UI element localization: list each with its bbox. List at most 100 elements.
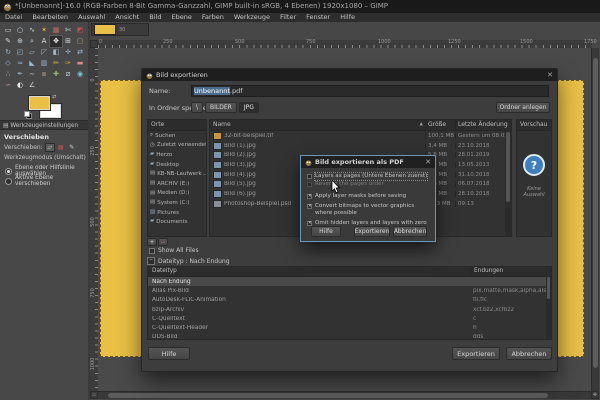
- pdf-dialog-body: Layers as pages (Untere Ebenen zuerst) R…: [301, 168, 435, 234]
- menu-item[interactable]: Datei: [0, 13, 27, 22]
- menu-item[interactable]: Ebene: [166, 13, 196, 22]
- help-button[interactable]: Hilfe: [311, 226, 341, 237]
- ruler-label: 500: [235, 39, 245, 45]
- menu-item[interactable]: Bild: [144, 13, 166, 22]
- ruler-label: 250: [163, 39, 173, 45]
- pdf-option-checkbox[interactable]: Layers as pages (Untere Ebenen zuerst): [307, 172, 429, 181]
- show-all-files-checkbox[interactable]: Show All Files: [149, 247, 199, 254]
- horizontal-scrollbar[interactable]: [98, 391, 591, 399]
- place-item[interactable]: ▤ System (C:): [148, 198, 206, 208]
- close-icon[interactable]: ✕: [547, 69, 553, 81]
- place-item[interactable]: ▰ Desktop: [148, 160, 206, 170]
- column-header-modified[interactable]: Letzte Änderung: [455, 120, 511, 130]
- export-button[interactable]: Exportieren: [452, 347, 500, 360]
- scrollbar-thumb[interactable]: [593, 58, 598, 368]
- place-icon: ⌕: [150, 132, 154, 139]
- menu-item[interactable]: Auswahl: [73, 13, 110, 22]
- filetype-row[interactable]: C-Quelltext-Header h: [148, 323, 551, 332]
- cancel-button[interactable]: Abbrechen: [393, 226, 427, 237]
- remove-bookmark-button[interactable]: −: [158, 238, 168, 246]
- tool-gradient: ▥: [40, 59, 48, 67]
- close-icon[interactable]: ✕: [425, 156, 431, 168]
- cancel-button[interactable]: Abbrechen: [506, 347, 552, 360]
- menu-item[interactable]: Farben: [197, 13, 229, 22]
- scrollbar-thumb[interactable]: [108, 393, 548, 398]
- place-item[interactable]: ▰ Documents: [148, 217, 206, 227]
- gimp-icon: [146, 72, 153, 79]
- filetype-scrollbar[interactable]: [546, 276, 551, 339]
- checkbox-icon: [149, 247, 155, 254]
- file-icon: [213, 160, 222, 169]
- places-pane: Orte ⌕ Suchen ◷ Zuletzt verwendet ▰ Herz…: [147, 119, 207, 237]
- place-item[interactable]: ▤ ARCHIV (E:): [148, 179, 206, 189]
- tool-shear: ▱: [29, 48, 35, 56]
- place-item[interactable]: ▨ Pictures: [148, 208, 206, 218]
- scrollbar-thumb[interactable]: [506, 132, 510, 202]
- tool-foreground-select: ◩: [76, 26, 84, 34]
- toolbox-panel: ▭ ○ ∿ ✶ ▦ ✄ ◩ ✎ ⊕ ⌕ A ✥ ⊞ ▢ ↻ ◰ ▱ ◸ ◧ ✛ …: [0, 22, 90, 400]
- filetype-expander[interactable]: − Dateityp : Nach Endung: [147, 257, 230, 265]
- column-header-size[interactable]: Größe: [425, 120, 455, 130]
- swap-colors-icon[interactable]: ⇄: [52, 94, 56, 100]
- filetype-row[interactable]: Alias Pix-Bild pix,matte,mask,alpha,als: [148, 286, 551, 295]
- collapse-icon: −: [147, 257, 155, 265]
- column-header-extensions[interactable]: Endungen: [470, 267, 551, 276]
- menu-item[interactable]: Ansicht: [110, 13, 144, 22]
- file-list-scrollbar[interactable]: [505, 130, 511, 236]
- folder-breadcrumb: \ BILDER JPG: [191, 102, 259, 113]
- scrollbar-thumb[interactable]: [547, 277, 550, 299]
- tool-clone: ⧈: [41, 70, 47, 78]
- filetype-table: Dateityp Endungen Nach Endung Alias Pix-…: [147, 266, 552, 340]
- pdf-option-checkbox[interactable]: Convert bitmaps to vector graphics where…: [307, 203, 429, 217]
- place-item[interactable]: ▰ Herzo: [148, 150, 206, 160]
- pdf-option-checkbox[interactable]: Reverse the pages order: [307, 181, 429, 188]
- ruler-label: 1250: [448, 39, 461, 45]
- place-item[interactable]: ▤ KB-NB-Laufwerk ...: [148, 169, 206, 179]
- foreground-color-swatch[interactable]: [29, 96, 50, 110]
- breadcrumb-button[interactable]: BILDER: [205, 102, 237, 113]
- filetype-row[interactable]: DDS-Bild dds: [148, 333, 551, 339]
- add-bookmark-button[interactable]: +: [147, 238, 157, 246]
- menu-item[interactable]: Filter: [275, 13, 301, 22]
- tool-pencil: ✏: [53, 59, 59, 67]
- filename-extension: .pdf: [229, 87, 243, 95]
- create-folder-button[interactable]: Ordner anlegen: [496, 102, 550, 113]
- file-row[interactable]: 32-bit-beispiel.tif 100,1 MB Gestern um …: [210, 131, 511, 141]
- menu-item[interactable]: Hilfe: [335, 13, 360, 22]
- filetype-row[interactable]: Nach Endung: [148, 277, 551, 287]
- export-button[interactable]: Exportieren: [354, 226, 390, 237]
- column-header-name[interactable]: Name ▲: [210, 120, 425, 130]
- default-colors-icon[interactable]: [24, 111, 32, 119]
- quick-mask-toggle[interactable]: ▫: [90, 391, 98, 399]
- filetype-row[interactable]: C-Quelltext c: [148, 314, 551, 323]
- pdf-option-checkbox[interactable]: Apply layer masks before saving: [307, 193, 429, 200]
- tool-mypaint-brush: ∼: [29, 70, 35, 78]
- help-button[interactable]: Hilfe: [148, 347, 190, 360]
- radio-icon: [5, 177, 12, 185]
- place-item[interactable]: ⌕ Suchen: [148, 131, 206, 141]
- file-row[interactable]: Bild (1).jpg 3,4 MB 23.10.2018: [210, 141, 511, 151]
- vertical-scrollbar[interactable]: [591, 48, 599, 391]
- radio-move-active-layer[interactable]: Aktive Ebene verschieben: [5, 175, 88, 187]
- menu-item[interactable]: Fenster: [301, 13, 335, 22]
- place-item[interactable]: ◷ Zuletzt verwendet: [148, 141, 206, 151]
- breadcrumb-button[interactable]: \: [191, 102, 204, 113]
- menu-item[interactable]: Bearbeiten: [27, 13, 73, 22]
- breadcrumb-button[interactable]: JPG: [238, 102, 259, 113]
- place-item[interactable]: ▤ Medien (D:): [148, 189, 206, 199]
- column-header-filetype[interactable]: Dateityp: [148, 267, 470, 276]
- menu-item[interactable]: Werkzeuge: [229, 13, 275, 22]
- place-icon: ▤: [150, 180, 156, 187]
- place-icon: ▰: [150, 151, 155, 158]
- navigation-button[interactable]: ✥: [591, 391, 599, 399]
- ruler-label: 0: [90, 78, 96, 82]
- filetype-row[interactable]: bzip-Archiv xcf.bz2,xcfbz2: [148, 305, 551, 314]
- file-list-header: Name ▲ Größe Letzte Änderung: [210, 120, 511, 131]
- window-titlebar: *[Unbenannt]-16.0 (RGB-Farben 8-Bit Gamm…: [0, 0, 600, 13]
- tool-flip: ⇄: [77, 48, 83, 56]
- filetype-row[interactable]: AutoDesk-FLIC-Animation fli,flc: [148, 296, 551, 305]
- filename-input[interactable]: Unbenannt.pdf: [191, 85, 549, 97]
- tool-crop: ▢: [76, 37, 84, 45]
- image-tab[interactable]: 30: [91, 23, 149, 36]
- place-icon: ▰: [150, 160, 155, 167]
